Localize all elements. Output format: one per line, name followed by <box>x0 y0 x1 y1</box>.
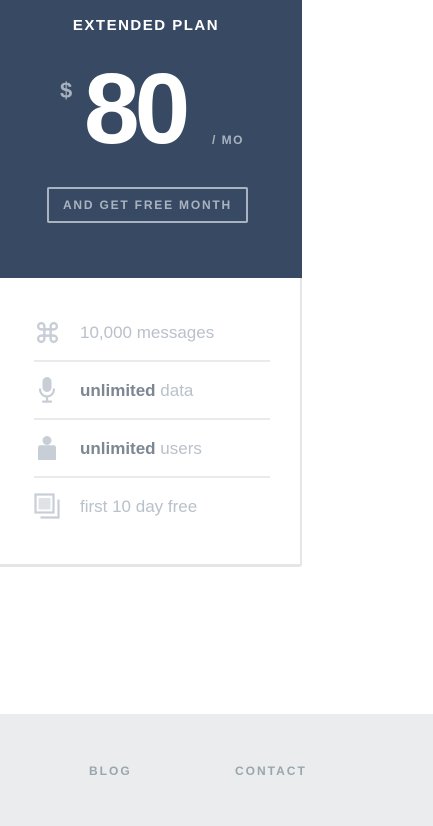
user-icon <box>34 435 60 461</box>
feature-list: 10,000 messages unlimited data unlimited… <box>34 305 270 536</box>
plan-title: EXTENDED PLAN <box>72 17 220 34</box>
feature-text: unlimited users <box>80 439 202 458</box>
billing-period: / MO <box>212 133 244 147</box>
footer-link-blog[interactable]: BLOG <box>89 764 132 778</box>
pricing-card: EXTENDED PLAN $ 80 / MO AND GET FREE MON… <box>0 0 302 567</box>
currency-symbol: $ <box>60 78 73 103</box>
feature-item-users: unlimited users <box>34 421 270 478</box>
feature-text: unlimited data <box>80 381 194 400</box>
feature-item-free-trial: first 10 day free <box>34 479 270 536</box>
feature-item-messages: 10,000 messages <box>34 305 270 362</box>
pricing-card-header: EXTENDED PLAN $ 80 / MO AND GET FREE MON… <box>0 0 302 278</box>
microphone-icon <box>34 377 60 403</box>
free-month-button[interactable]: AND GET FREE MONTH <box>47 187 248 223</box>
footer: BLOG CONTACT <box>0 714 433 826</box>
plan-price: 80 <box>84 53 190 165</box>
command-icon <box>34 319 60 345</box>
feature-text: 10,000 messages <box>80 323 215 342</box>
feature-item-data: unlimited data <box>34 363 270 420</box>
feature-text: first 10 day free <box>80 497 198 516</box>
footer-link-contact[interactable]: CONTACT <box>235 764 307 778</box>
windows-stack-icon <box>34 493 60 519</box>
